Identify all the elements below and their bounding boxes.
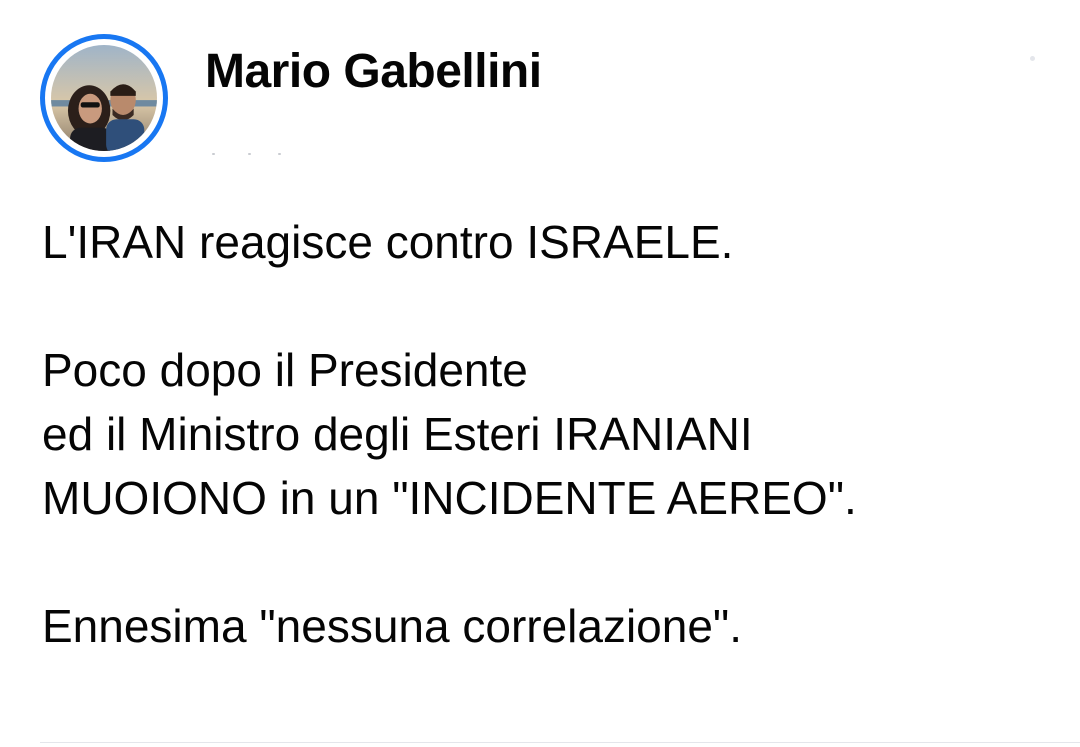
profile-photo-icon [51,45,157,151]
divider [40,742,1080,743]
post-line: Poco dopo il Presidente [42,344,528,396]
avatar[interactable] [51,45,157,151]
post-paragraph: Poco dopo il Presidente ed il Ministro d… [42,338,1062,530]
author-name[interactable]: Mario Gabellini [205,42,542,102]
post-paragraph: L'IRAN reagisce contro ISRAELE. [42,210,1062,274]
post-line: ed il Ministro degli Esteri IRANIANI [42,408,753,460]
post-line: Ennesima "nessuna correlazione". [42,600,743,652]
facebook-post: Mario Gabellini L'IRAN reagisce contro I… [0,0,1080,747]
avatar-story-ring[interactable] [40,34,168,162]
more-options-icon[interactable] [1030,56,1035,61]
post-line: MUOIONO in un "INCIDENTE AEREO". [42,472,857,524]
post-paragraph: Ennesima "nessuna correlazione". [42,594,1062,658]
post-text: L'IRAN reagisce contro ISRAELE. Poco dop… [42,210,1062,658]
post-meta-placeholder [206,148,296,160]
post-line: L'IRAN reagisce contro ISRAELE. [42,216,734,268]
